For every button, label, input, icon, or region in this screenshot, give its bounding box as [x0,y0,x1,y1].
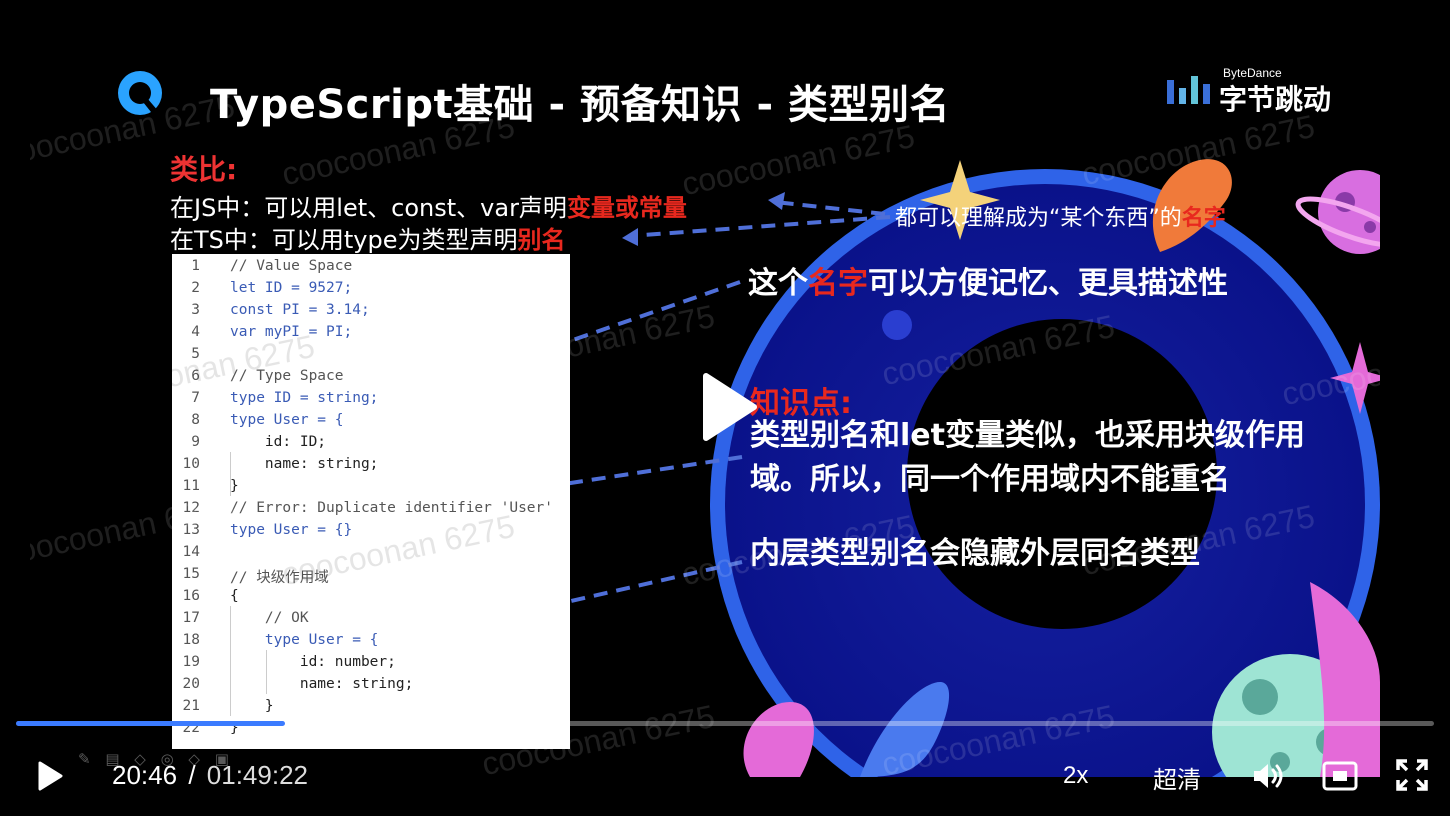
code-line-text: // 块级作用域 [230,570,329,586]
code-line-text: id: ID; [230,434,327,450]
code-line: 7 type ID = string; [191,390,379,406]
code-line: 3 const PI = 3.14; [191,302,370,318]
code-line: 20 name: string; [182,676,414,692]
code-line-text: name: string; [230,676,414,692]
code-line: 14 [182,544,200,560]
play-icon[interactable] [36,760,64,792]
slide-title: TypeScript基础 - 预备知识 - 类型别名 [210,82,950,128]
code-line-text: let ID = 9527; [230,280,353,296]
code-line-text: // Type Space [230,368,344,384]
video-player[interactable]: TypeScript基础 - 预备知识 - 类型别名 ByteDance 字节跳… [0,0,1450,816]
note-name: 都可以理解成为“某个东西”的名字 [895,200,1226,232]
code-line: 2 let ID = 9527; [191,280,353,296]
knowledge-point-1: 类型别名和let变量类似，也采用块级作用域。所以，同一个作用域内不能重名 [750,418,1305,497]
note-memorable-highlight: 名字 [808,266,868,301]
code-panel: 1// Value Space 2 let ID = 9527; 3 const P… [172,254,570,749]
fullscreen-icon[interactable] [1395,758,1429,792]
progress-fill [16,721,286,726]
code-line: 19 id: number; [182,654,396,670]
code-line-text: type ID = string; [230,390,379,406]
current-time: 20:46 [112,760,178,790]
code-line-text: id: number; [230,654,396,670]
code-line-text: } [230,698,274,714]
js-line-text: 在JS中：可以用let、const、var声明 [170,194,567,222]
note-memorable-prefix: 这个 [748,266,808,301]
bytedance-logo: ByteDance 字节跳动 [1165,66,1345,116]
note-memorable: 这个名字可以方便记忆、更具描述性 [748,258,1228,302]
analogy-label: 类比: [170,153,238,186]
speed-button[interactable]: 2x [1063,762,1088,790]
code-line: 16{ [182,588,239,604]
code-line-text: name: string; [230,456,379,472]
duration: 01:49:22 [206,760,308,790]
code-line: 8 type User = { [191,412,344,428]
ts-line-highlight: 别名 [517,226,566,254]
code-line-text: // Error: Duplicate identifier 'User' [230,500,554,516]
note-memorable-suffix: 可以方便记忆、更具描述性 [868,266,1228,301]
code-line-text: // OK [230,610,309,626]
code-line: 5 [191,346,200,362]
big-play-icon[interactable] [700,372,760,442]
code-line: 17 // OK [182,610,309,626]
code-line: 4 var myPI = PI; [191,324,353,340]
code-line: 12// Error: Duplicate identifier 'User' [182,500,554,516]
code-line: 21 } [182,698,274,714]
code-line-text: type User = {} [230,522,353,538]
js-line: 在JS中：可以用let、const、var声明变量或常量 [170,188,687,223]
bytedance-bars-icon [1167,76,1210,104]
ts-line-text: 在TS中：可以用type为类型声明 [170,226,518,254]
time-separator: / [188,760,196,790]
time-display: 20:46 / 01:49:22 [112,760,308,791]
code-line-text: type User = { [230,412,344,428]
note-name-highlight: 名字 [1181,206,1226,231]
code-line-text: // Value Space [230,258,353,274]
knowledge-point-2: 内层类型别名会隐藏外层同名类型 [750,536,1200,571]
code-line-text: var myPI = PI; [230,324,353,340]
code-line: 18 type User = { [182,632,379,648]
code-line: 9 id: ID; [191,434,327,450]
code-line-text: { [230,588,239,604]
code-line-text: const PI = 3.14; [230,302,370,318]
code-line: 13 type User = {} [182,522,353,538]
ts-line: 在TS中：可以用type为类型声明别名 [170,220,566,255]
code-line-text: type User = { [230,632,379,648]
js-line-highlight: 变量或常量 [566,194,687,222]
note-name-text: 都可以理解成为“某个东西”的 [895,206,1182,231]
volume-icon[interactable] [1250,758,1286,794]
code-line: 1// Value Space [191,258,353,274]
quality-button[interactable]: 超清 [1153,760,1201,795]
code-line: 6// Type Space [191,368,344,384]
code-line: 10 name: string; [182,456,379,472]
code-line: 15// 块级作用域 [182,566,329,586]
progress-bar[interactable] [16,721,1434,726]
q-logo [118,71,162,115]
brand-cn: 字节跳动 [1219,83,1332,116]
code-line-text: } [230,478,239,494]
picture-in-picture-icon[interactable] [1322,760,1358,792]
code-line: 11} [182,478,239,494]
